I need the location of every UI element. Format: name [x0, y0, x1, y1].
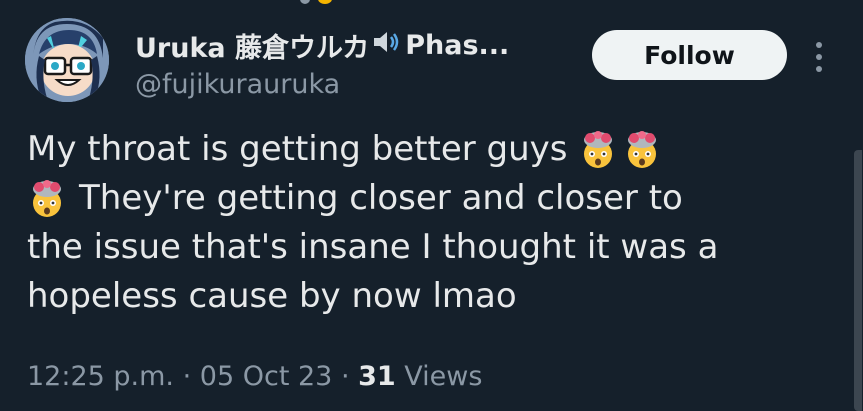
separator: ·: [182, 361, 192, 392]
tweet-card: Uruka 藤倉ウルカ Phas... @fujikurauruka Follo…: [0, 0, 863, 411]
tweet-text-segment: They're getting closer and closer to: [79, 178, 683, 218]
tweet-text-line: My throat is getting better guys: [27, 125, 827, 174]
top-cutoff-icons: [300, 0, 390, 4]
more-options-icon[interactable]: [812, 42, 826, 72]
dot-icon: [300, 0, 310, 4]
separator: ·: [340, 361, 350, 392]
exploding-head-emoji-icon: [583, 130, 612, 168]
author-name-row[interactable]: Uruka 藤倉ウルカ Phas...: [135, 26, 509, 65]
views-count[interactable]: 31: [358, 361, 396, 392]
avatar[interactable]: [25, 18, 109, 102]
author-name-suffix[interactable]: Phas...: [405, 30, 509, 61]
exploding-head-emoji-icon: [627, 130, 656, 168]
tweet-text-line: hopeless cause by now lmao: [27, 272, 827, 321]
follow-button[interactable]: Follow: [592, 30, 787, 80]
star-icon: [318, 0, 332, 4]
tweet-text-segment: My throat is getting better guys: [27, 129, 568, 169]
exploding-head-emoji-icon: [33, 179, 61, 217]
author-handle[interactable]: @fujikurauruka: [135, 69, 340, 100]
tweet-text-segment: the issue that's insane I thought it was…: [27, 227, 719, 267]
author-display-name[interactable]: Uruka 藤倉ウルカ: [135, 26, 369, 65]
tweet-text: My throat is getting better guys They're…: [27, 125, 827, 321]
tweet-text-segment: hopeless cause by now lmao: [27, 276, 517, 316]
speaker-icon: [371, 29, 401, 62]
views-label[interactable]: Views: [404, 361, 482, 392]
tweet-text-line: the issue that's insane I thought it was…: [27, 223, 827, 272]
tweet-date[interactable]: 05 Oct 23: [200, 361, 333, 392]
tweet-text-line: They're getting closer and closer to: [27, 174, 827, 223]
tweet-time[interactable]: 12:25 p.m.: [27, 361, 174, 392]
scrollbar[interactable]: [854, 150, 862, 411]
tweet-meta: 12:25 p.m. · 05 Oct 23 · 31 Views: [27, 361, 482, 392]
